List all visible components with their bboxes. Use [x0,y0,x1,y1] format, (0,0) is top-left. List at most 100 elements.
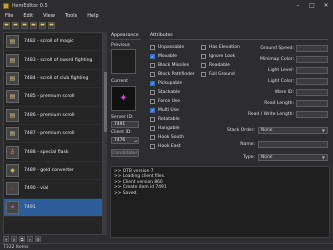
close-button[interactable]: ✕ [319,0,333,11]
read-length-field[interactable] [296,100,328,107]
scrollbar-thumb[interactable] [103,72,107,132]
spin-arrows-icon[interactable]: ▴▾ [134,138,138,143]
checkbox-label: Hangable [158,126,180,131]
movable-checkbox[interactable]: ✓ Movable [150,54,177,59]
item-list[interactable]: ▤ 7482 - scroll of magic ▤ 7483 - scroll… [3,32,103,235]
read-write-length-field[interactable] [296,111,328,118]
folder-icon[interactable]: ▬ [3,21,10,29]
minimap-color-field[interactable] [296,56,328,63]
items-count: 7332 Items [3,244,29,250]
list-item[interactable]: ▤ 7485 - premium scroll [4,88,102,107]
checkbox-label: Hook South [158,135,185,140]
item-label: 7486 - premium scroll [24,112,75,118]
server-id-field[interactable]: 7491 [111,121,139,128]
list-item[interactable]: ▤ 7483 - scroll of sword fighting [4,51,102,70]
find-icon[interactable]: ▬ [39,21,46,29]
item-label: 7482 - scroll of magic [24,39,74,45]
checkbox-label: Has Elevation [209,45,240,50]
checkbox-box [201,63,206,68]
hook-east-checkbox[interactable]: Hook East [150,144,181,149]
name-field[interactable] [258,141,328,148]
item-label: 7489 - gold converter [24,167,74,173]
checkbox-label: Pickupable [158,81,183,86]
type-select[interactable]: None ▼ [258,154,328,161]
maximize-button[interactable]: □ [305,0,319,11]
client-id-field[interactable]: 7476 ▴▾ [111,137,139,144]
checkbox-label: Movable [158,54,177,59]
menu-view[interactable]: View [38,13,60,19]
unpassable-checkbox[interactable]: Unpassable [150,45,184,50]
checkbox-box [201,72,206,77]
duplicate-item-icon[interactable]: ⧉ [19,236,25,242]
checkbox-label: Readable [209,63,230,68]
minimize-button[interactable]: – [291,0,305,11]
list-item[interactable]: ▤ 7487 - premium scroll [4,125,102,144]
checkbox-label: Multi Use [158,108,179,113]
scroll-icon: ▤ [6,90,19,104]
list-item-selected[interactable]: ✦ 7491 [4,198,102,217]
converter-icon: ◆ [6,163,19,177]
checkbox-box [150,126,155,131]
ground-speed-field[interactable] [296,45,328,52]
menu-tools[interactable]: Tools [60,13,82,19]
readable-checkbox[interactable]: Readable [201,63,230,68]
checkbox-box [150,63,155,68]
list-item[interactable]: ◆ 7489 - gold converter [4,162,102,181]
full-ground-checkbox[interactable]: Full Ground [201,72,235,77]
item-label: 7488 - special flask [24,149,69,155]
add-item-icon[interactable]: + [3,236,9,242]
read-length-label: Read Length: [264,101,294,106]
checkbox-label: Block Missiles [158,63,190,68]
item-list-scrollbar[interactable] [103,32,107,235]
checkbox-box [150,72,155,77]
checkmark-icon: ✓ [150,54,155,59]
compare-icon[interactable]: ▬ [30,21,37,29]
client-id-label: Client ID: [111,130,132,135]
find-item-icon[interactable]: ⌕ [27,236,33,242]
remove-item-icon[interactable]: × [11,236,17,242]
list-item[interactable]: ♨ 7490 - vial [4,180,102,199]
menu-help[interactable]: Help [82,13,103,19]
title-bar: ItemEditor 0.5 [0,0,333,11]
save-icon[interactable]: ▬ [12,21,19,29]
attributes-divider [150,39,328,40]
checkbox-box [150,135,155,140]
save-as-icon[interactable]: ▬ [21,21,28,29]
stack-order-select[interactable]: None ▼ [258,127,328,134]
list-item[interactable]: ▤ 7484 - scroll of club fighting [4,70,102,89]
ware-id-field[interactable] [296,89,328,96]
appearance-divider [111,39,141,40]
type-value: None [261,155,273,160]
hook-south-checkbox[interactable]: Hook South [150,135,184,140]
output-log[interactable]: >> OTB version 7 >> Loading client files… [110,166,330,238]
multi-use-checkbox[interactable]: ✓ Multi Use [150,108,179,113]
checkbox-label: Stackable [158,90,181,95]
list-item[interactable]: ▤ 7482 - scroll of magic [4,33,102,52]
pickupable-checkbox[interactable]: ✓ Pickupable [150,81,182,86]
scroll-icon: ▤ [6,71,19,85]
hangable-checkbox[interactable]: Hangable [150,126,179,131]
menu-file[interactable]: File [0,13,18,19]
block-missiles-checkbox[interactable]: Block Missiles [150,63,189,68]
chevron-down-icon: ▼ [321,155,325,160]
previous-label: Previous [111,43,131,48]
reload-icon[interactable]: ▬ [48,21,55,29]
rotatable-checkbox[interactable]: Rotatable [150,117,180,122]
list-item[interactable]: ▤ 7486 - premium scroll [4,107,102,125]
ignore-look-checkbox[interactable]: Ignore Look [201,54,235,59]
menu-edit[interactable]: Edit [18,13,38,19]
settings-icon[interactable]: ⚙ [35,236,41,242]
has-elevation-checkbox[interactable]: Has Elevation [201,45,240,50]
read-write-length-label: Read / Write Length: [247,112,294,117]
block-pathfinder-checkbox[interactable]: Block Pathfinder [150,72,195,77]
candidates-button[interactable]: Candidates [111,149,139,157]
force-use-checkbox[interactable]: Force Use [150,99,180,104]
stackable-checkbox[interactable]: Stackable [150,90,180,95]
flask-icon: ♁ [6,145,19,159]
toolbar: ▬ ▬ ▬ ▬ ▬ ▬ [0,20,333,30]
light-color-field[interactable] [296,78,328,85]
app-icon [3,2,9,9]
light-level-field[interactable] [296,67,328,74]
list-item[interactable]: ♁ 7488 - special flask [4,143,102,162]
ware-id-label: Ware ID: [274,90,294,95]
